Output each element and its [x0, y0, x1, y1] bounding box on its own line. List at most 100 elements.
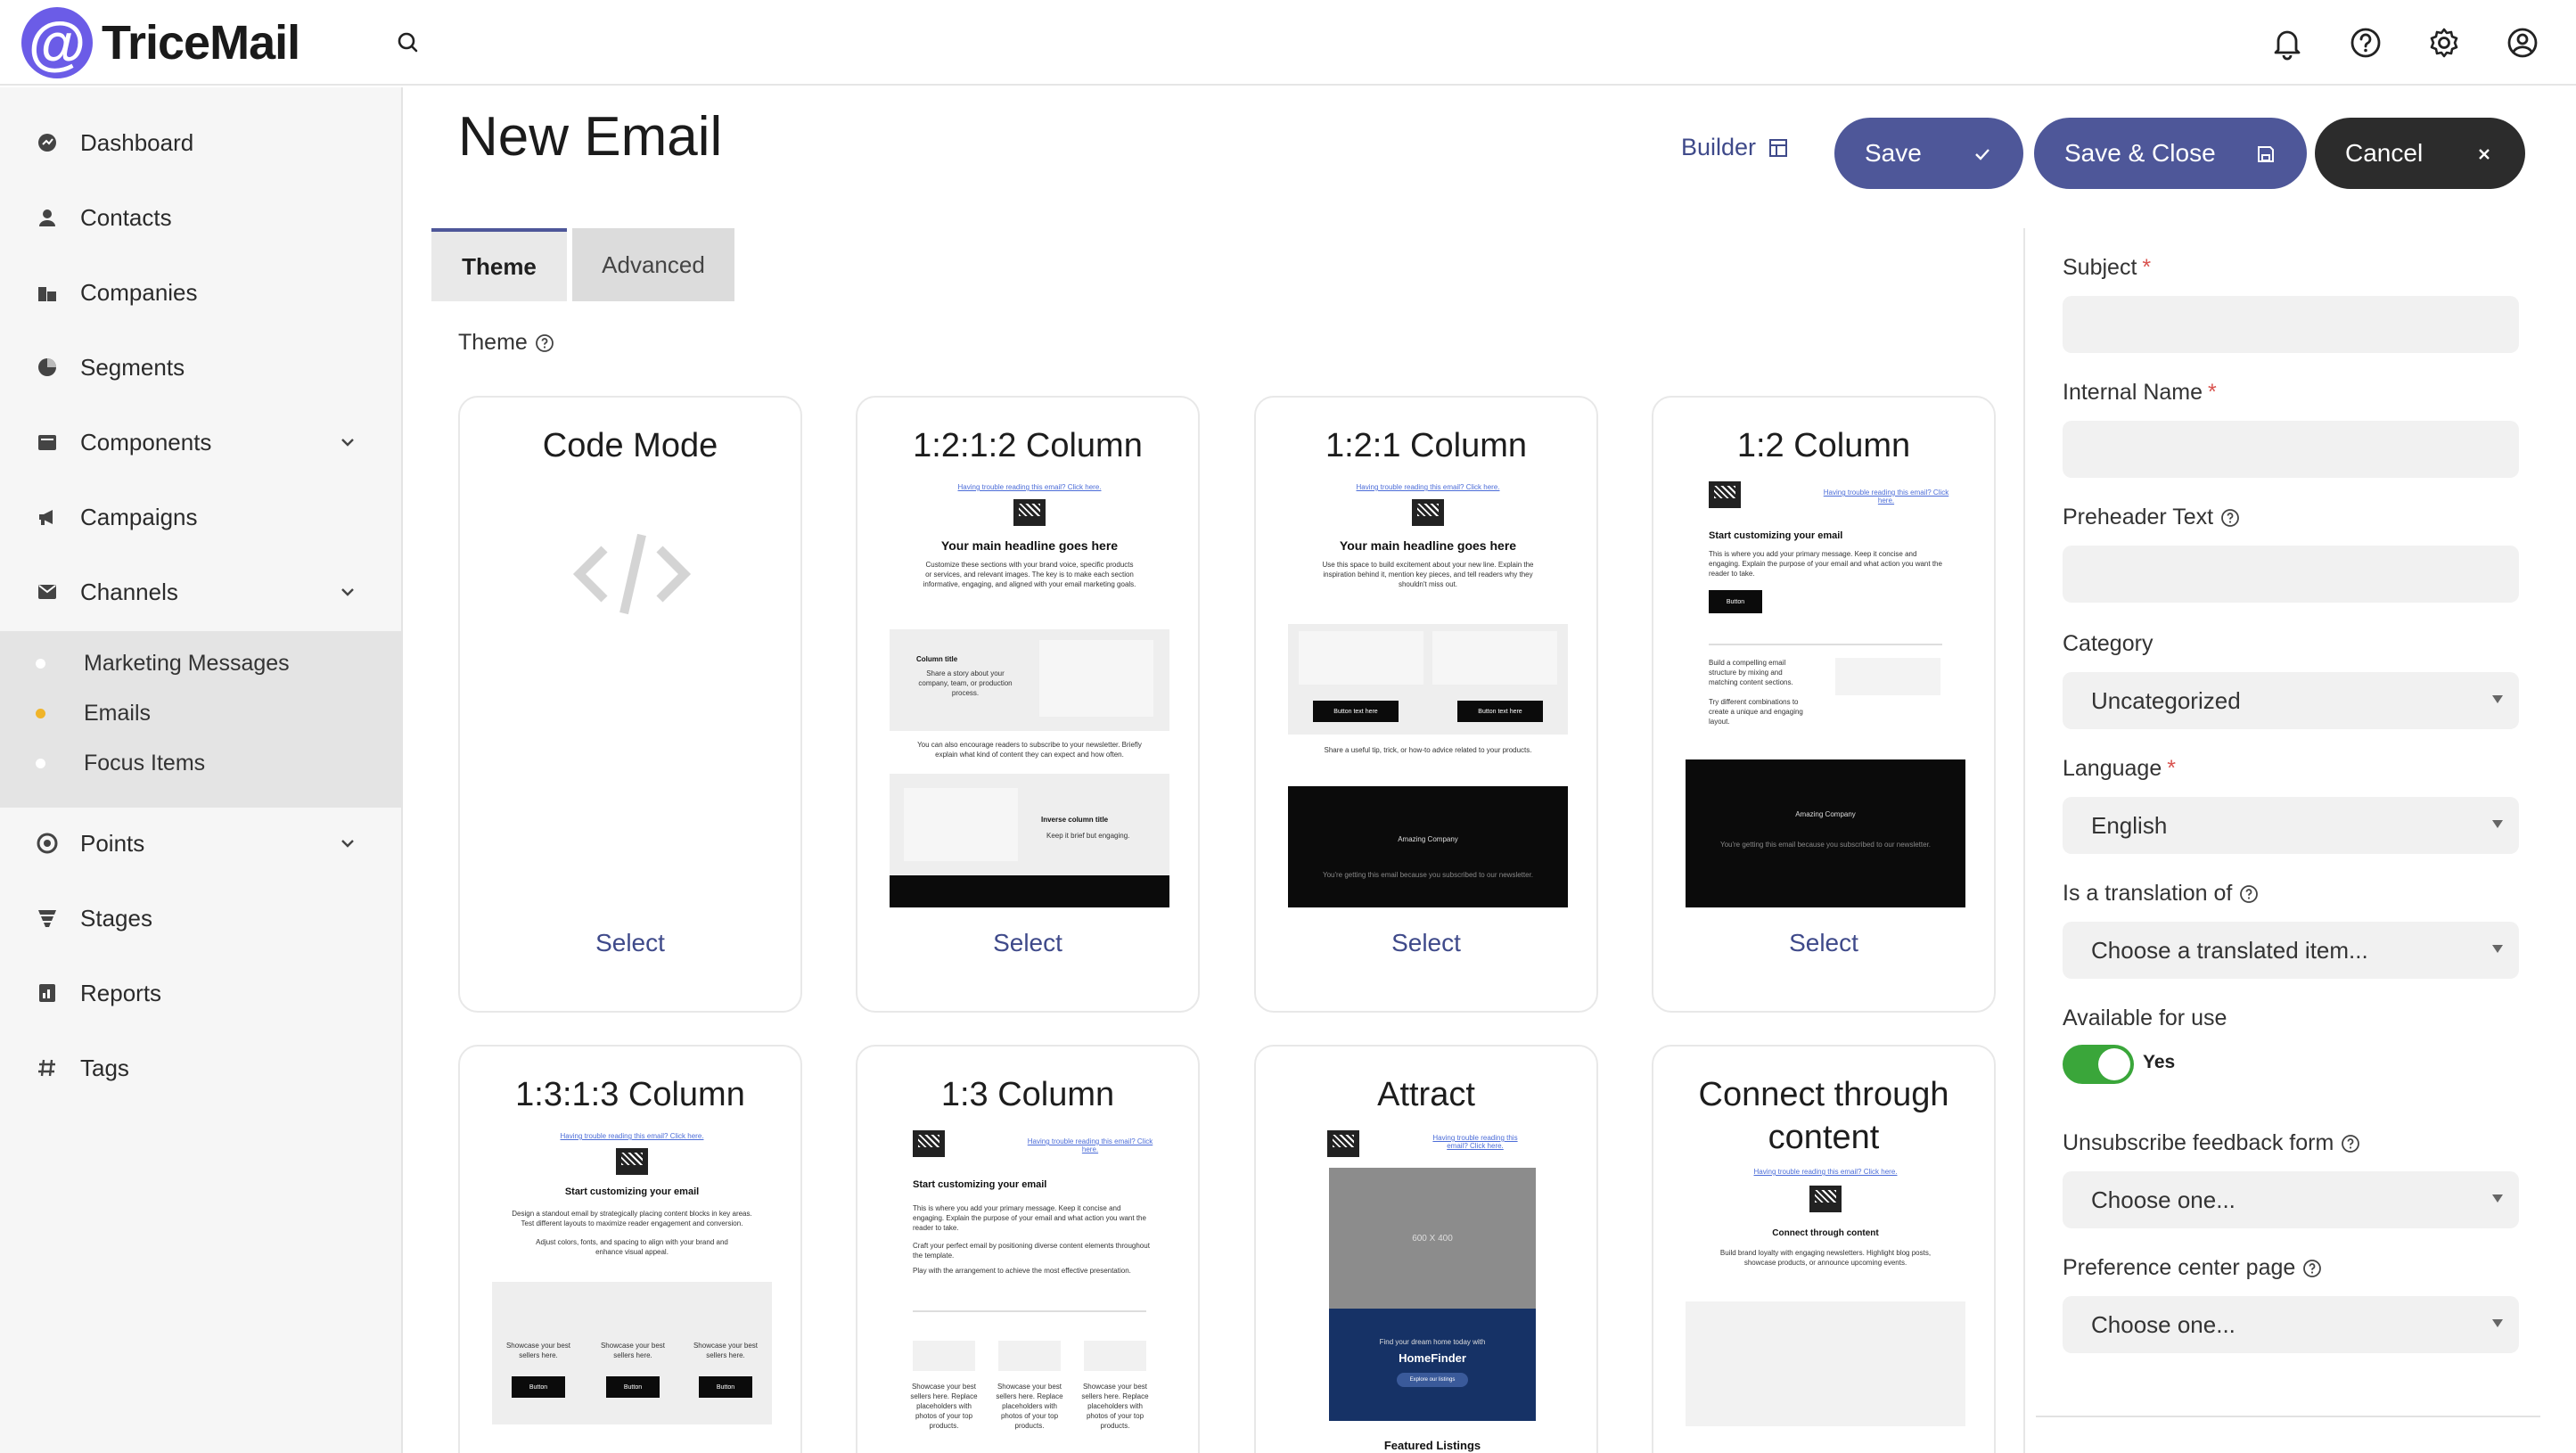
help-icon[interactable]	[2239, 884, 2259, 904]
theme-card-1-3-column[interactable]: 1:3 Column Having trouble reading this e…	[856, 1045, 1200, 1453]
preview-listings: Featured Listings	[1383, 1439, 1481, 1452]
subject-input[interactable]	[2063, 296, 2519, 353]
available-label: Available for use	[2063, 1006, 2227, 1031]
language-select[interactable]: English	[2063, 797, 2519, 854]
theme-card-1-2-1-2-column[interactable]: 1:2:1:2 Column Having trouble reading th…	[856, 396, 1200, 1013]
preview-button: Button	[699, 1376, 752, 1398]
search-icon[interactable]	[392, 27, 424, 59]
builder-link[interactable]: Builder	[1681, 134, 1788, 161]
sidebar-item-label: Stages	[80, 904, 152, 932]
help-icon[interactable]	[2302, 1259, 2322, 1278]
unsubscribe-label: Unsubscribe feedback form	[2063, 1130, 2360, 1156]
sidebar-item-stages[interactable]: Stages	[0, 881, 401, 956]
translation-select[interactable]: Choose a translated item...	[2063, 922, 2519, 979]
toggle-knob	[2098, 1048, 2130, 1080]
sidebar-item-segments[interactable]: Segments	[0, 330, 401, 405]
help-icon[interactable]	[2220, 508, 2240, 528]
preview-col-body: Build a compelling email structure by mi…	[1709, 659, 1793, 686]
preview-footer-text: You're getting this email because you su…	[1322, 871, 1534, 879]
translation-value: Choose a translated item...	[2091, 936, 2368, 964]
preview-body: This is where you add your primary messa…	[913, 1204, 1146, 1232]
unsubscribe-select[interactable]: Choose one...	[2063, 1171, 2519, 1228]
sidebar-subitem-label: Marketing Messages	[84, 650, 290, 676]
channels-submenu: Marketing Messages Emails Focus Items	[0, 631, 401, 808]
sidebar-item-reports[interactable]: Reports	[0, 956, 401, 1030]
sidebar-item-dashboard[interactable]: Dashboard	[0, 105, 401, 180]
translation-label-text: Is a translation of	[2063, 881, 2233, 906]
tab-bar: Theme Advanced	[431, 228, 734, 301]
sidebar-item-campaigns[interactable]: Campaigns	[0, 480, 401, 554]
save-label: Save	[1865, 139, 1922, 167]
available-toggle[interactable]	[2063, 1045, 2134, 1084]
select-link[interactable]: Select	[857, 929, 1198, 957]
preview-link: Having trouble reading this email? Click…	[1753, 1168, 1898, 1176]
sidebar-item-label: Components	[80, 428, 212, 456]
preview-divider	[913, 1310, 1146, 1312]
sidebar-subitem-marketing-messages[interactable]: Marketing Messages	[0, 638, 401, 688]
preview-brand-name: HomeFinder	[1399, 1351, 1466, 1365]
companies-icon	[36, 281, 59, 304]
preview-link: Having trouble reading this email? Click…	[957, 483, 1102, 491]
preview-headline: Start customizing your email	[564, 1186, 700, 1197]
preference-select[interactable]: Choose one...	[2063, 1296, 2519, 1353]
bell-icon[interactable]	[2262, 18, 2312, 68]
sidebar-subitem-emails[interactable]: Emails	[0, 688, 401, 738]
user-icon[interactable]	[2498, 18, 2547, 68]
select-link[interactable]: Select	[1256, 929, 1596, 957]
help-icon[interactable]	[535, 333, 554, 353]
sidebar-item-tags[interactable]: Tags	[0, 1030, 401, 1105]
theme-card-title: Code Mode	[542, 427, 718, 464]
tab-advanced[interactable]: Advanced	[572, 228, 734, 301]
logo-placeholder-icon	[616, 1148, 648, 1175]
preheader-label-text: Preheader Text	[2063, 505, 2214, 529]
logo-placeholder-icon	[1709, 481, 1741, 508]
cancel-button[interactable]: Cancel	[2315, 118, 2525, 189]
sidebar-item-channels[interactable]: Channels	[0, 554, 401, 629]
close-icon	[2473, 143, 2495, 164]
gear-icon[interactable]	[2419, 18, 2469, 68]
theme-card-1-2-1-column[interactable]: 1:2:1 Column Having trouble reading this…	[1254, 396, 1598, 1013]
language-label: Language *	[2063, 756, 2176, 782]
sidebar-item-components[interactable]: Components	[0, 405, 401, 480]
preview-inverse-body: Keep it brief but engaging.	[1046, 832, 1130, 840]
builder-icon	[1769, 138, 1788, 157]
image-placeholder	[1686, 1301, 1965, 1426]
theme-preview: Having trouble reading this email? Click…	[1686, 474, 1965, 907]
preview-footer	[1288, 786, 1568, 907]
sidebar-item-companies[interactable]: Companies	[0, 255, 401, 330]
preview-company: Amazing Company	[1795, 810, 1856, 818]
chevron-down-icon	[337, 431, 358, 453]
sidebar: Dashboard Contacts Companies Segments Co…	[0, 87, 403, 1453]
select-link[interactable]: Select	[460, 929, 800, 957]
save-close-button[interactable]: Save & Close	[2034, 118, 2307, 189]
preview-button: Button	[1709, 590, 1762, 613]
sidebar-item-points[interactable]: Points	[0, 806, 401, 881]
app-logo[interactable]: @ TriceMail	[21, 5, 300, 80]
theme-card-1-3-1-3-column[interactable]: 1:3:1:3 Column Having trouble reading th…	[458, 1045, 802, 1453]
theme-card-code-mode[interactable]: Code Mode Select	[458, 396, 802, 1013]
theme-card-attract[interactable]: Attract Having trouble reading this emai…	[1254, 1045, 1598, 1453]
translation-label: Is a translation of	[2063, 881, 2259, 907]
preference-value: Choose one...	[2091, 1310, 2236, 1338]
image-placeholder	[913, 1341, 975, 1371]
caret-down-icon	[2492, 1194, 2503, 1203]
sidebar-item-contacts[interactable]: Contacts	[0, 180, 401, 255]
tab-theme[interactable]: Theme	[431, 228, 567, 301]
preview-button: Button	[512, 1376, 565, 1398]
internal-name-input[interactable]	[2063, 421, 2519, 478]
preheader-label: Preheader Text	[2063, 505, 2240, 530]
category-select[interactable]: Uncategorized	[2063, 672, 2519, 729]
help-icon[interactable]	[2341, 1134, 2360, 1153]
preheader-input[interactable]	[2063, 546, 2519, 603]
help-icon[interactable]	[2341, 18, 2391, 68]
theme-card-1-2-column[interactable]: 1:2 Column Having trouble reading this e…	[1652, 396, 1996, 1013]
preview-product-text: Showcase your best sellers here.	[600, 1342, 666, 1359]
sidebar-item-label: Companies	[80, 278, 198, 306]
sidebar-subitem-focus-items[interactable]: Focus Items	[0, 738, 401, 788]
theme-section-label: Theme	[458, 330, 554, 356]
logo-placeholder-icon	[1412, 499, 1444, 526]
image-placeholder	[1835, 658, 1940, 695]
save-button[interactable]: Save	[1834, 118, 2023, 189]
select-link[interactable]: Select	[1653, 929, 1994, 957]
theme-card-connect-through-content[interactable]: Connect through content Having trouble r…	[1652, 1045, 1996, 1453]
